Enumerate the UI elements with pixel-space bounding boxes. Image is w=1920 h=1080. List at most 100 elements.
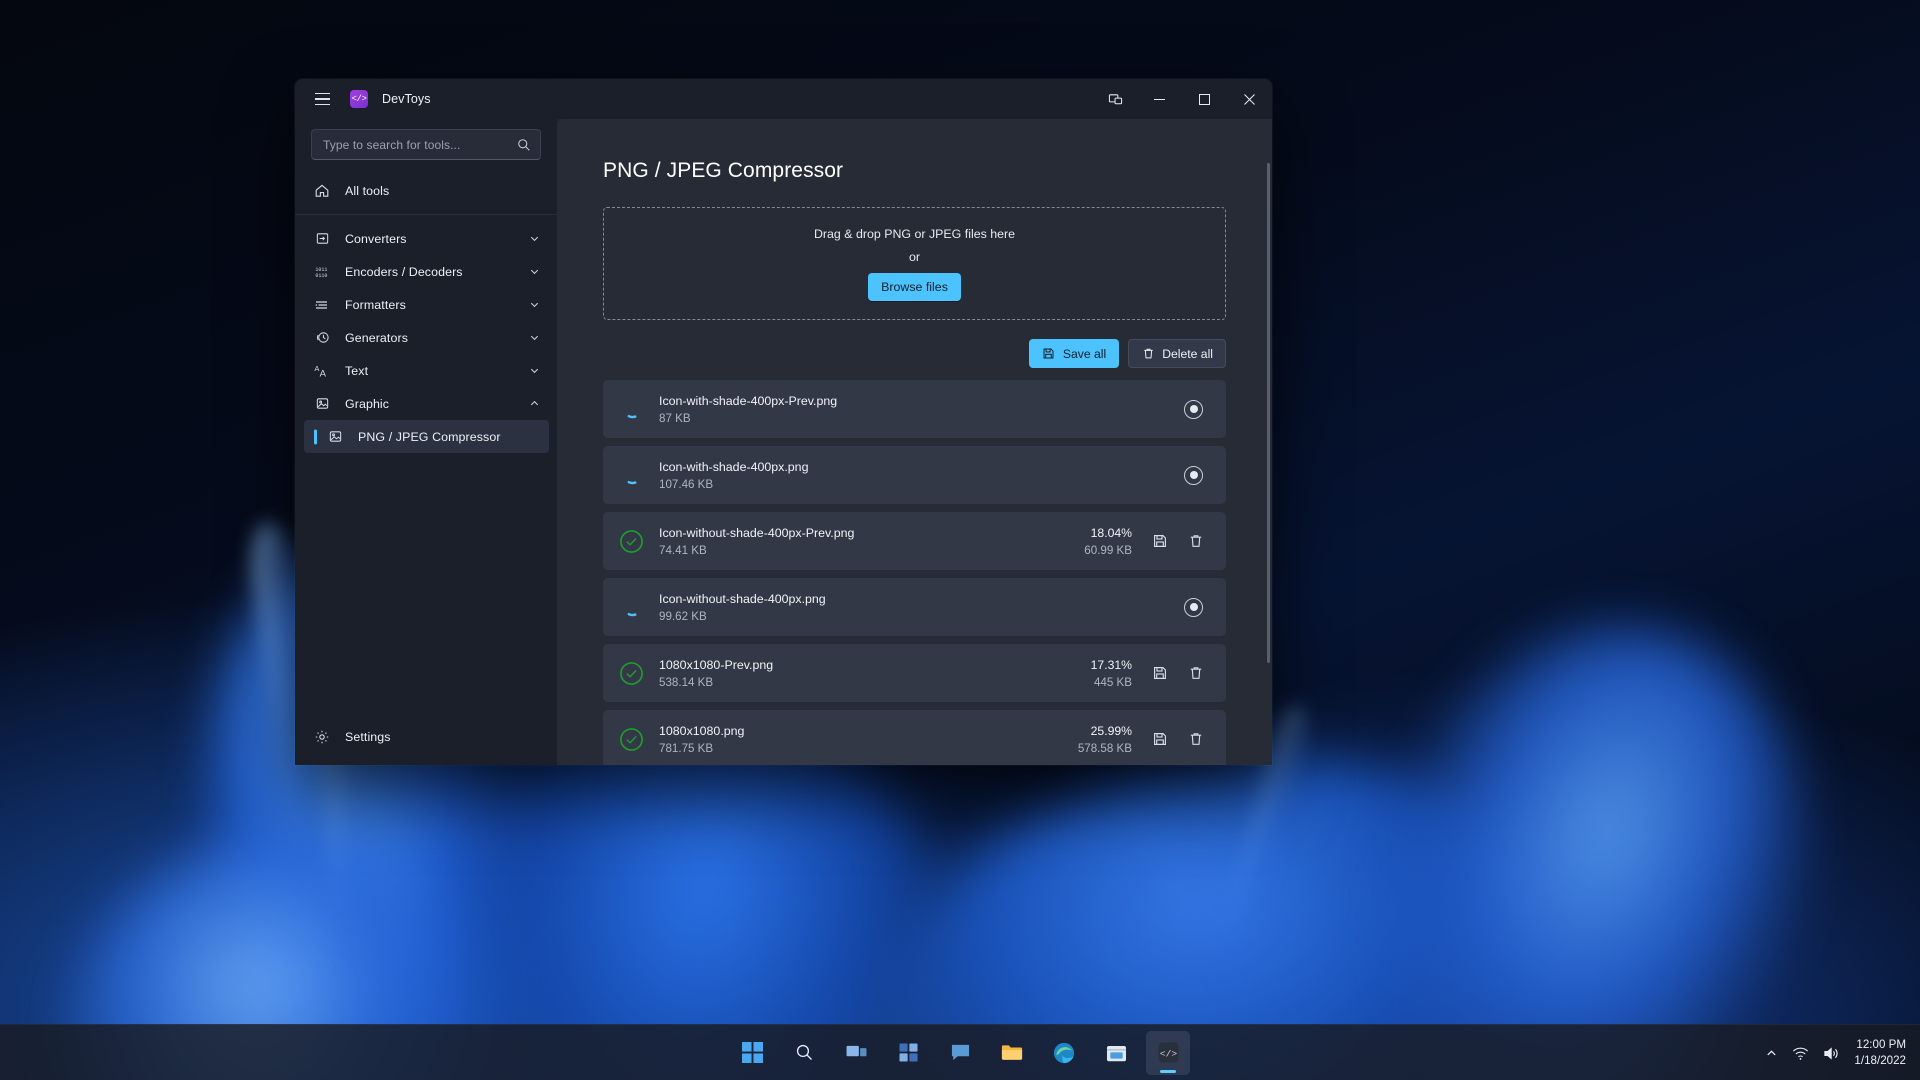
- sidebar-item-label: Generators: [345, 330, 408, 345]
- file-size: 87 KB: [659, 411, 691, 425]
- radio-progress-icon[interactable]: [1184, 465, 1203, 485]
- sidebar-item-label: All tools: [345, 183, 390, 198]
- trash-icon[interactable]: [1186, 531, 1206, 551]
- save-icon[interactable]: [1150, 729, 1170, 749]
- sidebar: Type to search for tools... All tools Co…: [295, 119, 557, 765]
- generators-icon: [313, 329, 331, 347]
- page-title: PNG / JPEG Compressor: [603, 159, 844, 182]
- clock-date: 1/18/2022: [1854, 1054, 1906, 1067]
- compression-percent: 18.04%: [1090, 525, 1132, 540]
- save-all-button[interactable]: Save all: [1028, 339, 1120, 368]
- devtoys-app[interactable]: </>: [1146, 1030, 1190, 1075]
- sidebar-item-settings[interactable]: Settings: [304, 720, 549, 753]
- compressed-size: 578.58 KB: [1077, 741, 1132, 755]
- svg-text:0110: 0110: [315, 273, 327, 279]
- radio-progress-icon[interactable]: [1184, 399, 1203, 419]
- sidebar-item-encoders-decoders[interactable]: 1011 0110 Encoders / Decoders: [304, 255, 549, 288]
- formatters-icon: [313, 296, 331, 314]
- task-view-button[interactable]: [834, 1031, 878, 1075]
- chevron-down-icon[interactable]: [528, 299, 540, 311]
- chat-button[interactable]: [938, 1031, 982, 1075]
- sidebar-nav: All tools Converters 1011 0110 Encoders …: [295, 174, 557, 453]
- sidebar-item-label: Formatters: [345, 297, 406, 312]
- chevron-up-icon[interactable]: [1765, 1047, 1778, 1060]
- table-row[interactable]: 1080x1080.png 781.75 KB 25.99% 578.58 KB: [603, 710, 1226, 765]
- chevron-down-icon[interactable]: [528, 332, 540, 344]
- table-row[interactable]: Icon-without-shade-400px.png 99.62 KB: [603, 578, 1226, 636]
- save-all-label: Save all: [1062, 346, 1107, 361]
- window-controls: [1093, 79, 1272, 119]
- save-icon[interactable]: [1150, 531, 1170, 551]
- sidebar-item-all-tools[interactable]: All tools: [304, 174, 549, 207]
- check-circle-icon: [603, 512, 659, 570]
- sidebar-item-generators[interactable]: Generators: [304, 321, 549, 354]
- compressed-size: 445 KB: [1093, 675, 1132, 689]
- text-icon: A A: [313, 362, 331, 380]
- save-icon: [1042, 347, 1056, 361]
- minimize-icon[interactable]: [1137, 79, 1182, 119]
- wallpaper-swirl: [1303, 563, 1877, 1080]
- taskbar: </> 12:00 PM 1/18/2022: [0, 1024, 1920, 1080]
- browse-files-button[interactable]: Browse files: [868, 272, 961, 301]
- save-icon[interactable]: [1150, 663, 1170, 683]
- picture-in-picture-icon[interactable]: [1093, 79, 1137, 119]
- spinner-icon: [603, 446, 659, 504]
- hamburger-menu-icon[interactable]: [303, 84, 341, 114]
- volume-icon[interactable]: [1823, 1046, 1840, 1061]
- sidebar-item-formatters[interactable]: Formatters: [304, 288, 549, 321]
- main-content: PNG / JPEG Compressor Drag & drop PNG or…: [557, 119, 1272, 765]
- microsoft-store[interactable]: [1094, 1031, 1138, 1075]
- table-row[interactable]: 1080x1080-Prev.png 538.14 KB 17.31% 445 …: [603, 644, 1226, 702]
- selection-indicator: [314, 429, 317, 444]
- chevron-down-icon[interactable]: [528, 365, 540, 377]
- chevron-down-icon[interactable]: [528, 266, 540, 278]
- chevron-down-icon[interactable]: [528, 233, 540, 245]
- search-button[interactable]: [782, 1031, 826, 1075]
- check-circle-icon: [603, 644, 659, 702]
- search-input[interactable]: Type to search for tools...: [311, 129, 541, 160]
- file-size: 99.62 KB: [659, 609, 707, 623]
- file-size: 781.75 KB: [659, 741, 714, 755]
- spinner-icon: [603, 578, 659, 636]
- sidebar-item-text[interactable]: A A Text: [304, 354, 549, 387]
- file-size: 74.41 KB: [659, 543, 707, 557]
- close-icon[interactable]: [1227, 79, 1272, 119]
- start-button[interactable]: [730, 1031, 774, 1075]
- chevron-up-icon[interactable]: [528, 398, 540, 410]
- file-name: Icon-without-shade-400px-Prev.png: [659, 525, 855, 540]
- app-title: DevToys: [382, 92, 431, 106]
- sidebar-item-label: Graphic: [345, 396, 390, 411]
- search-placeholder: Type to search for tools...: [323, 137, 461, 152]
- home-icon: [313, 182, 331, 200]
- delete-all-button[interactable]: Delete all: [1128, 339, 1226, 368]
- table-row[interactable]: Icon-without-shade-400px-Prev.png 74.41 …: [603, 512, 1226, 570]
- trash-icon[interactable]: [1186, 663, 1206, 683]
- svg-text:</>: </>: [1159, 1048, 1176, 1059]
- trash-icon[interactable]: [1186, 729, 1206, 749]
- file-explorer[interactable]: [990, 1031, 1034, 1075]
- sidebar-item-graphic[interactable]: Graphic: [304, 387, 549, 420]
- compression-percent: 17.31%: [1090, 657, 1132, 672]
- file-name: 1080x1080-Prev.png: [659, 657, 774, 672]
- sidebar-item-label: Text: [345, 363, 369, 378]
- search-icon[interactable]: [516, 137, 532, 153]
- table-row[interactable]: Icon-with-shade-400px.png 107.46 KB: [603, 446, 1226, 504]
- binary-icon: 1011 0110: [313, 263, 331, 281]
- network-icon[interactable]: [1792, 1046, 1809, 1061]
- spinner-icon: [603, 380, 659, 438]
- radio-progress-icon[interactable]: [1184, 597, 1203, 617]
- bulk-actions: Save all Delete all: [603, 339, 1226, 368]
- edge-browser[interactable]: [1042, 1031, 1086, 1075]
- clock[interactable]: 12:00 PM 1/18/2022: [1854, 1037, 1906, 1068]
- table-row[interactable]: Icon-with-shade-400px-Prev.png 87 KB: [603, 380, 1226, 438]
- file-dropzone[interactable]: Drag & drop PNG or JPEG files here or Br…: [603, 207, 1226, 320]
- sidebar-item-converters[interactable]: Converters: [304, 222, 549, 255]
- widgets-button[interactable]: [886, 1031, 930, 1075]
- sidebar-item-png-jpeg-compressor[interactable]: PNG / JPEG Compressor: [304, 420, 549, 453]
- maximize-icon[interactable]: [1182, 79, 1227, 119]
- file-list: Icon-with-shade-400px-Prev.png 87 KB Ico…: [603, 380, 1226, 765]
- file-name: Icon-without-shade-400px.png: [659, 591, 826, 606]
- sidebar-divider: [295, 214, 557, 215]
- scrollbar[interactable]: [1267, 163, 1270, 663]
- dropzone-or-label: or: [908, 249, 921, 264]
